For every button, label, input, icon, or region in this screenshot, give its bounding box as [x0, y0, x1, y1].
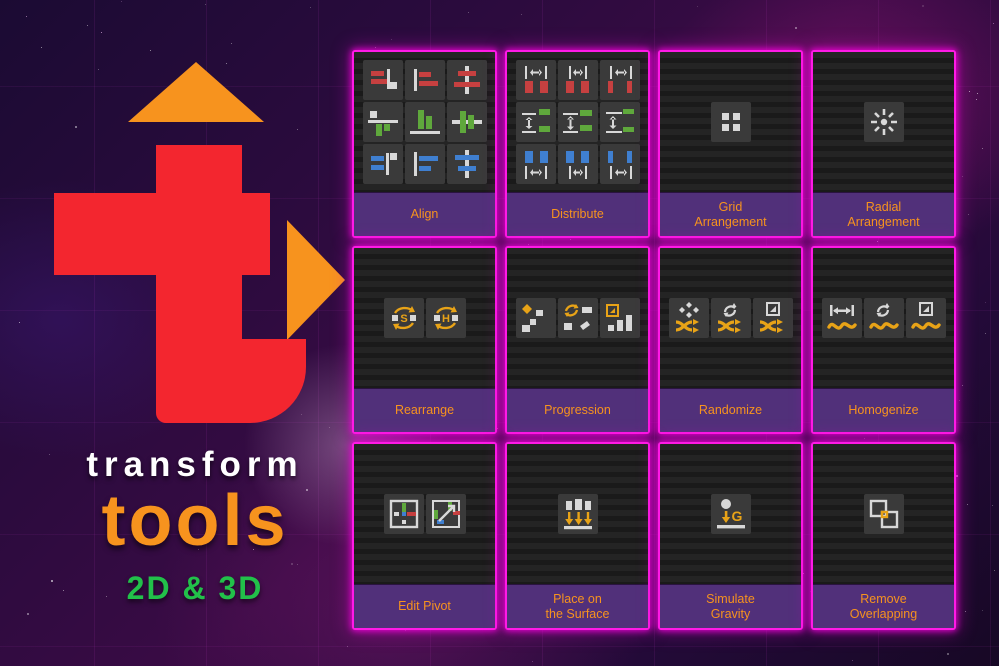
progression-position-icon[interactable] [515, 298, 556, 338]
pivot-set-icon[interactable] [383, 494, 424, 534]
card-randomize[interactable]: Randomize [658, 246, 803, 434]
distribute-v-center-green-icon[interactable] [557, 102, 598, 142]
poster-stage: transform tools 2D & 3D Align Distribute… [0, 0, 999, 666]
card-randomize-icons [660, 248, 801, 388]
svg-text:H: H [442, 313, 450, 325]
align-left-blue-icon[interactable] [362, 144, 403, 184]
distribute-h-edge-blue-icon[interactable] [599, 144, 640, 184]
card-randomize-label: Randomize [660, 388, 801, 432]
card-place-on-surface-label: Place on the Surface [507, 584, 648, 628]
label-line-2: Arrangement [847, 214, 920, 229]
align-left-red-icon[interactable] [362, 60, 403, 100]
card-place-on-surface[interactable]: Place on the Surface [505, 442, 650, 630]
card-radial-arrangement[interactable]: Radial Arrangement [811, 50, 956, 238]
distribute-h-center-blue-icon[interactable] [557, 144, 598, 184]
rearrange-sort-s-icon[interactable]: S [383, 298, 424, 338]
card-homogenize-label: Homogenize [813, 388, 954, 432]
card-simulate-gravity-icons: G [660, 444, 801, 584]
card-simulate-gravity[interactable]: G Simulate Gravity [658, 442, 803, 630]
label-line-1: Grid [718, 199, 743, 214]
progression-rotation-icon[interactable] [557, 298, 598, 338]
label-line-2: Arrangement [694, 214, 767, 229]
card-align-icons [354, 52, 495, 192]
svg-text:G: G [731, 508, 742, 524]
svg-text:S: S [400, 313, 407, 325]
card-radial-arrangement-label: Radial Arrangement [813, 192, 954, 236]
distribute-h-edge-red-icon[interactable] [599, 60, 640, 100]
card-grid-arrangement-label: Grid Arrangement [660, 192, 801, 236]
label-line-1: Place on [553, 591, 602, 606]
card-remove-overlapping[interactable]: Remove Overlapping [811, 442, 956, 630]
card-grid-arrangement[interactable]: Grid Arrangement [658, 50, 803, 238]
card-remove-overlapping-label: Remove Overlapping [813, 584, 954, 628]
card-edit-pivot[interactable]: Edit Pivot [352, 442, 497, 630]
tool-card-grid: Align Distribute Grid Arrangement Radial… [352, 50, 956, 630]
card-rearrange-label: Rearrange [354, 388, 495, 432]
card-edit-pivot-icons [354, 444, 495, 584]
randomize-position-icon[interactable] [668, 298, 709, 338]
align-center-blue-icon[interactable] [446, 144, 487, 184]
card-grid-arrangement-icons [660, 52, 801, 192]
card-edit-pivot-label: Edit Pivot [354, 584, 495, 628]
align-middle-v-green-icon[interactable] [446, 102, 487, 142]
homogenize-rotation-icon[interactable] [863, 298, 904, 338]
card-homogenize[interactable]: Homogenize [811, 246, 956, 434]
card-simulate-gravity-label: Simulate Gravity [660, 584, 801, 628]
letter-t-hook [156, 339, 306, 423]
grid-dots-icon[interactable] [710, 102, 751, 142]
label-line-2: the Surface [545, 606, 610, 621]
logo-word-tools: tools [101, 481, 289, 561]
card-progression-icons [507, 248, 648, 388]
logo-word-dimension: 2D & 3D [126, 570, 264, 606]
align-bottom-green-icon[interactable] [404, 102, 445, 142]
distribute-h-gap-red-icon[interactable] [515, 60, 556, 100]
progression-scale-icon[interactable] [599, 298, 640, 338]
label-line-1: Simulate [706, 591, 755, 606]
radial-burst-icon[interactable] [863, 102, 904, 142]
card-distribute[interactable]: Distribute [505, 50, 650, 238]
overlap-squares-icon[interactable] [863, 494, 904, 534]
card-progression-label: Progression [507, 388, 648, 432]
logo: transform tools 2D & 3D [40, 45, 350, 625]
card-align[interactable]: Align [352, 50, 497, 238]
card-distribute-label: Distribute [507, 192, 648, 236]
align-right-blue-icon[interactable] [404, 144, 445, 184]
homogenize-position-icon[interactable] [821, 298, 862, 338]
card-remove-overlapping-icons [813, 444, 954, 584]
label-line-1: Remove [860, 591, 907, 606]
gravity-ball-icon[interactable]: G [710, 494, 751, 534]
label-line-2: Overlapping [849, 606, 918, 621]
align-center-h-red-icon[interactable] [446, 60, 487, 100]
distribute-h-gap-blue-icon[interactable] [515, 144, 556, 184]
card-homogenize-icons [813, 248, 954, 388]
label-line-1: Radial [865, 199, 902, 214]
card-rearrange[interactable]: S H Rearrange [352, 246, 497, 434]
homogenize-scale-icon[interactable] [905, 298, 946, 338]
card-progression[interactable]: Progression [505, 246, 650, 434]
distribute-v-edge-green-icon[interactable] [599, 102, 640, 142]
distribute-h-center-red-icon[interactable] [557, 60, 598, 100]
align-top-green-icon[interactable] [362, 102, 403, 142]
randomize-rotation-icon[interactable] [710, 298, 751, 338]
label-line-2: Gravity [710, 606, 751, 621]
triangle-right-icon [287, 220, 345, 340]
card-radial-arrangement-icons [813, 52, 954, 192]
randomize-scale-icon[interactable] [752, 298, 793, 338]
triangle-up-icon [128, 62, 264, 122]
card-rearrange-icons: S H [354, 248, 495, 388]
align-right-red-icon[interactable] [404, 60, 445, 100]
rearrange-sort-h-icon[interactable]: H [425, 298, 466, 338]
letter-t-bar [54, 193, 270, 275]
drop-to-surface-icon[interactable] [557, 494, 598, 534]
card-align-label: Align [354, 192, 495, 236]
card-place-on-surface-icons [507, 444, 648, 584]
card-distribute-icons [507, 52, 648, 192]
logo-word-transform: transform [86, 445, 304, 484]
distribute-v-gap-green-icon[interactable] [515, 102, 556, 142]
pivot-move-icon[interactable] [425, 494, 466, 534]
